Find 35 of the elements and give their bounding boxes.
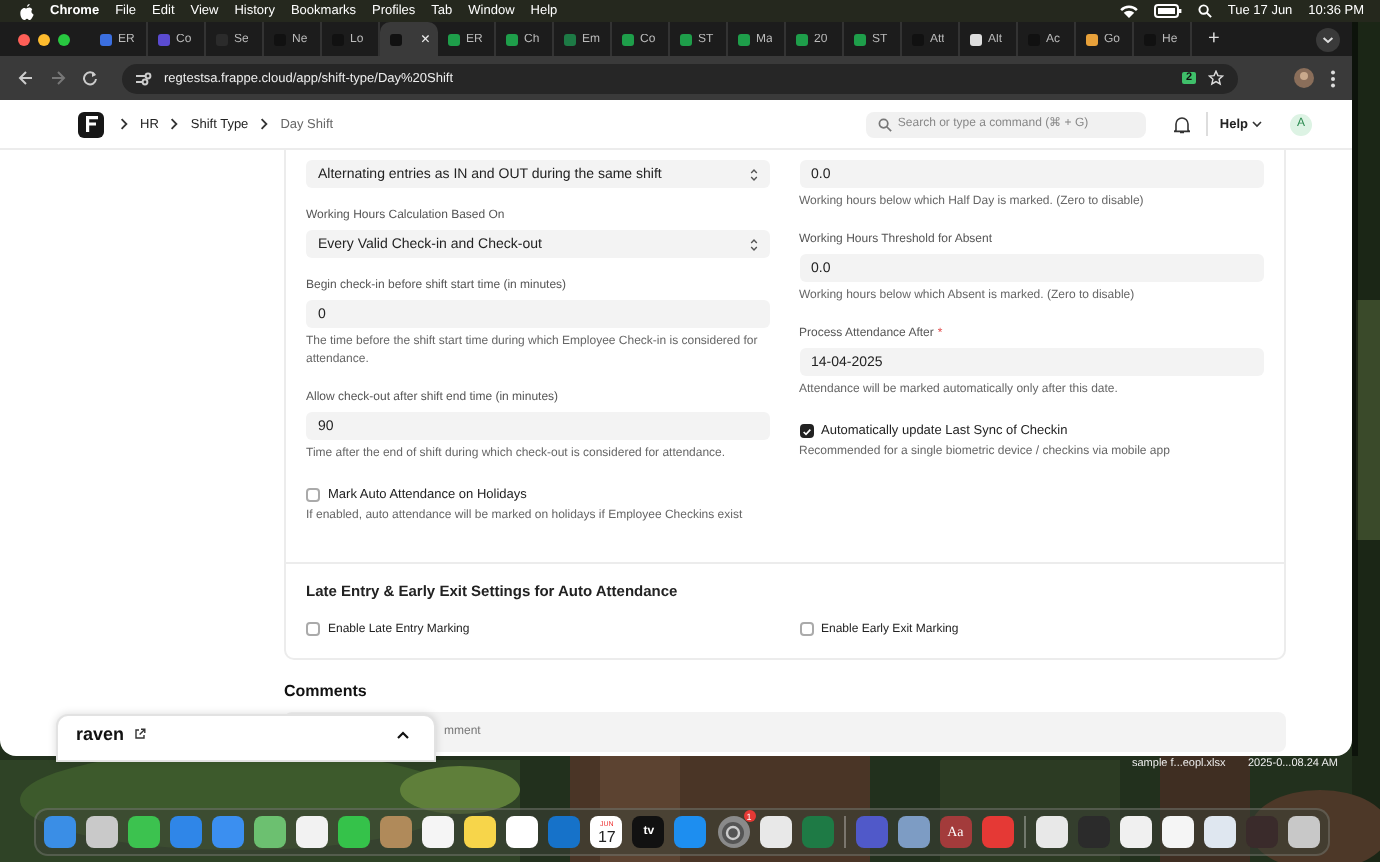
chevron-right-icon	[170, 118, 179, 130]
apple-icon[interactable]	[20, 3, 34, 19]
raven-title: raven	[76, 724, 125, 744]
forward-icon[interactable]	[50, 70, 66, 86]
wifi-icon[interactable]	[1119, 4, 1138, 18]
caret-icon	[1252, 120, 1262, 128]
battery-icon[interactable]	[1153, 4, 1182, 18]
back-icon[interactable]	[18, 70, 34, 86]
close-window-icon[interactable]	[18, 33, 30, 45]
checkbox[interactable]	[306, 622, 320, 636]
new-tab-button[interactable]: +	[1208, 28, 1220, 50]
minimize-window-icon[interactable]	[38, 33, 50, 45]
site-settings-icon[interactable]	[136, 71, 152, 85]
reload-icon[interactable]	[82, 70, 98, 86]
zoom-window-icon[interactable]	[58, 33, 70, 45]
chevron-down-icon[interactable]	[1316, 27, 1340, 51]
browser-tab[interactable]: ×	[380, 22, 438, 56]
checkbox[interactable]	[306, 488, 320, 502]
chevron-right-icon	[260, 118, 269, 130]
chevron-up-icon[interactable]	[396, 729, 410, 739]
comments-title: Comments	[284, 682, 369, 700]
chat-widget[interactable]: raven	[56, 714, 436, 762]
more-icon[interactable]	[1330, 69, 1336, 87]
chevron-up-down-icon	[750, 237, 758, 251]
checkbox[interactable]	[799, 424, 813, 438]
chevron-up-down-icon	[750, 167, 758, 181]
search-icon[interactable]	[1197, 4, 1212, 18]
profile-avatar-icon[interactable]	[1294, 68, 1314, 88]
search-icon	[877, 117, 892, 131]
external-link-icon[interactable]	[134, 728, 147, 740]
checkbox[interactable]	[799, 622, 813, 636]
app-logo-icon[interactable]	[78, 111, 104, 137]
bell-icon[interactable]	[1173, 115, 1190, 133]
star-icon[interactable]	[1208, 70, 1224, 86]
chevron-right-icon	[120, 118, 128, 130]
